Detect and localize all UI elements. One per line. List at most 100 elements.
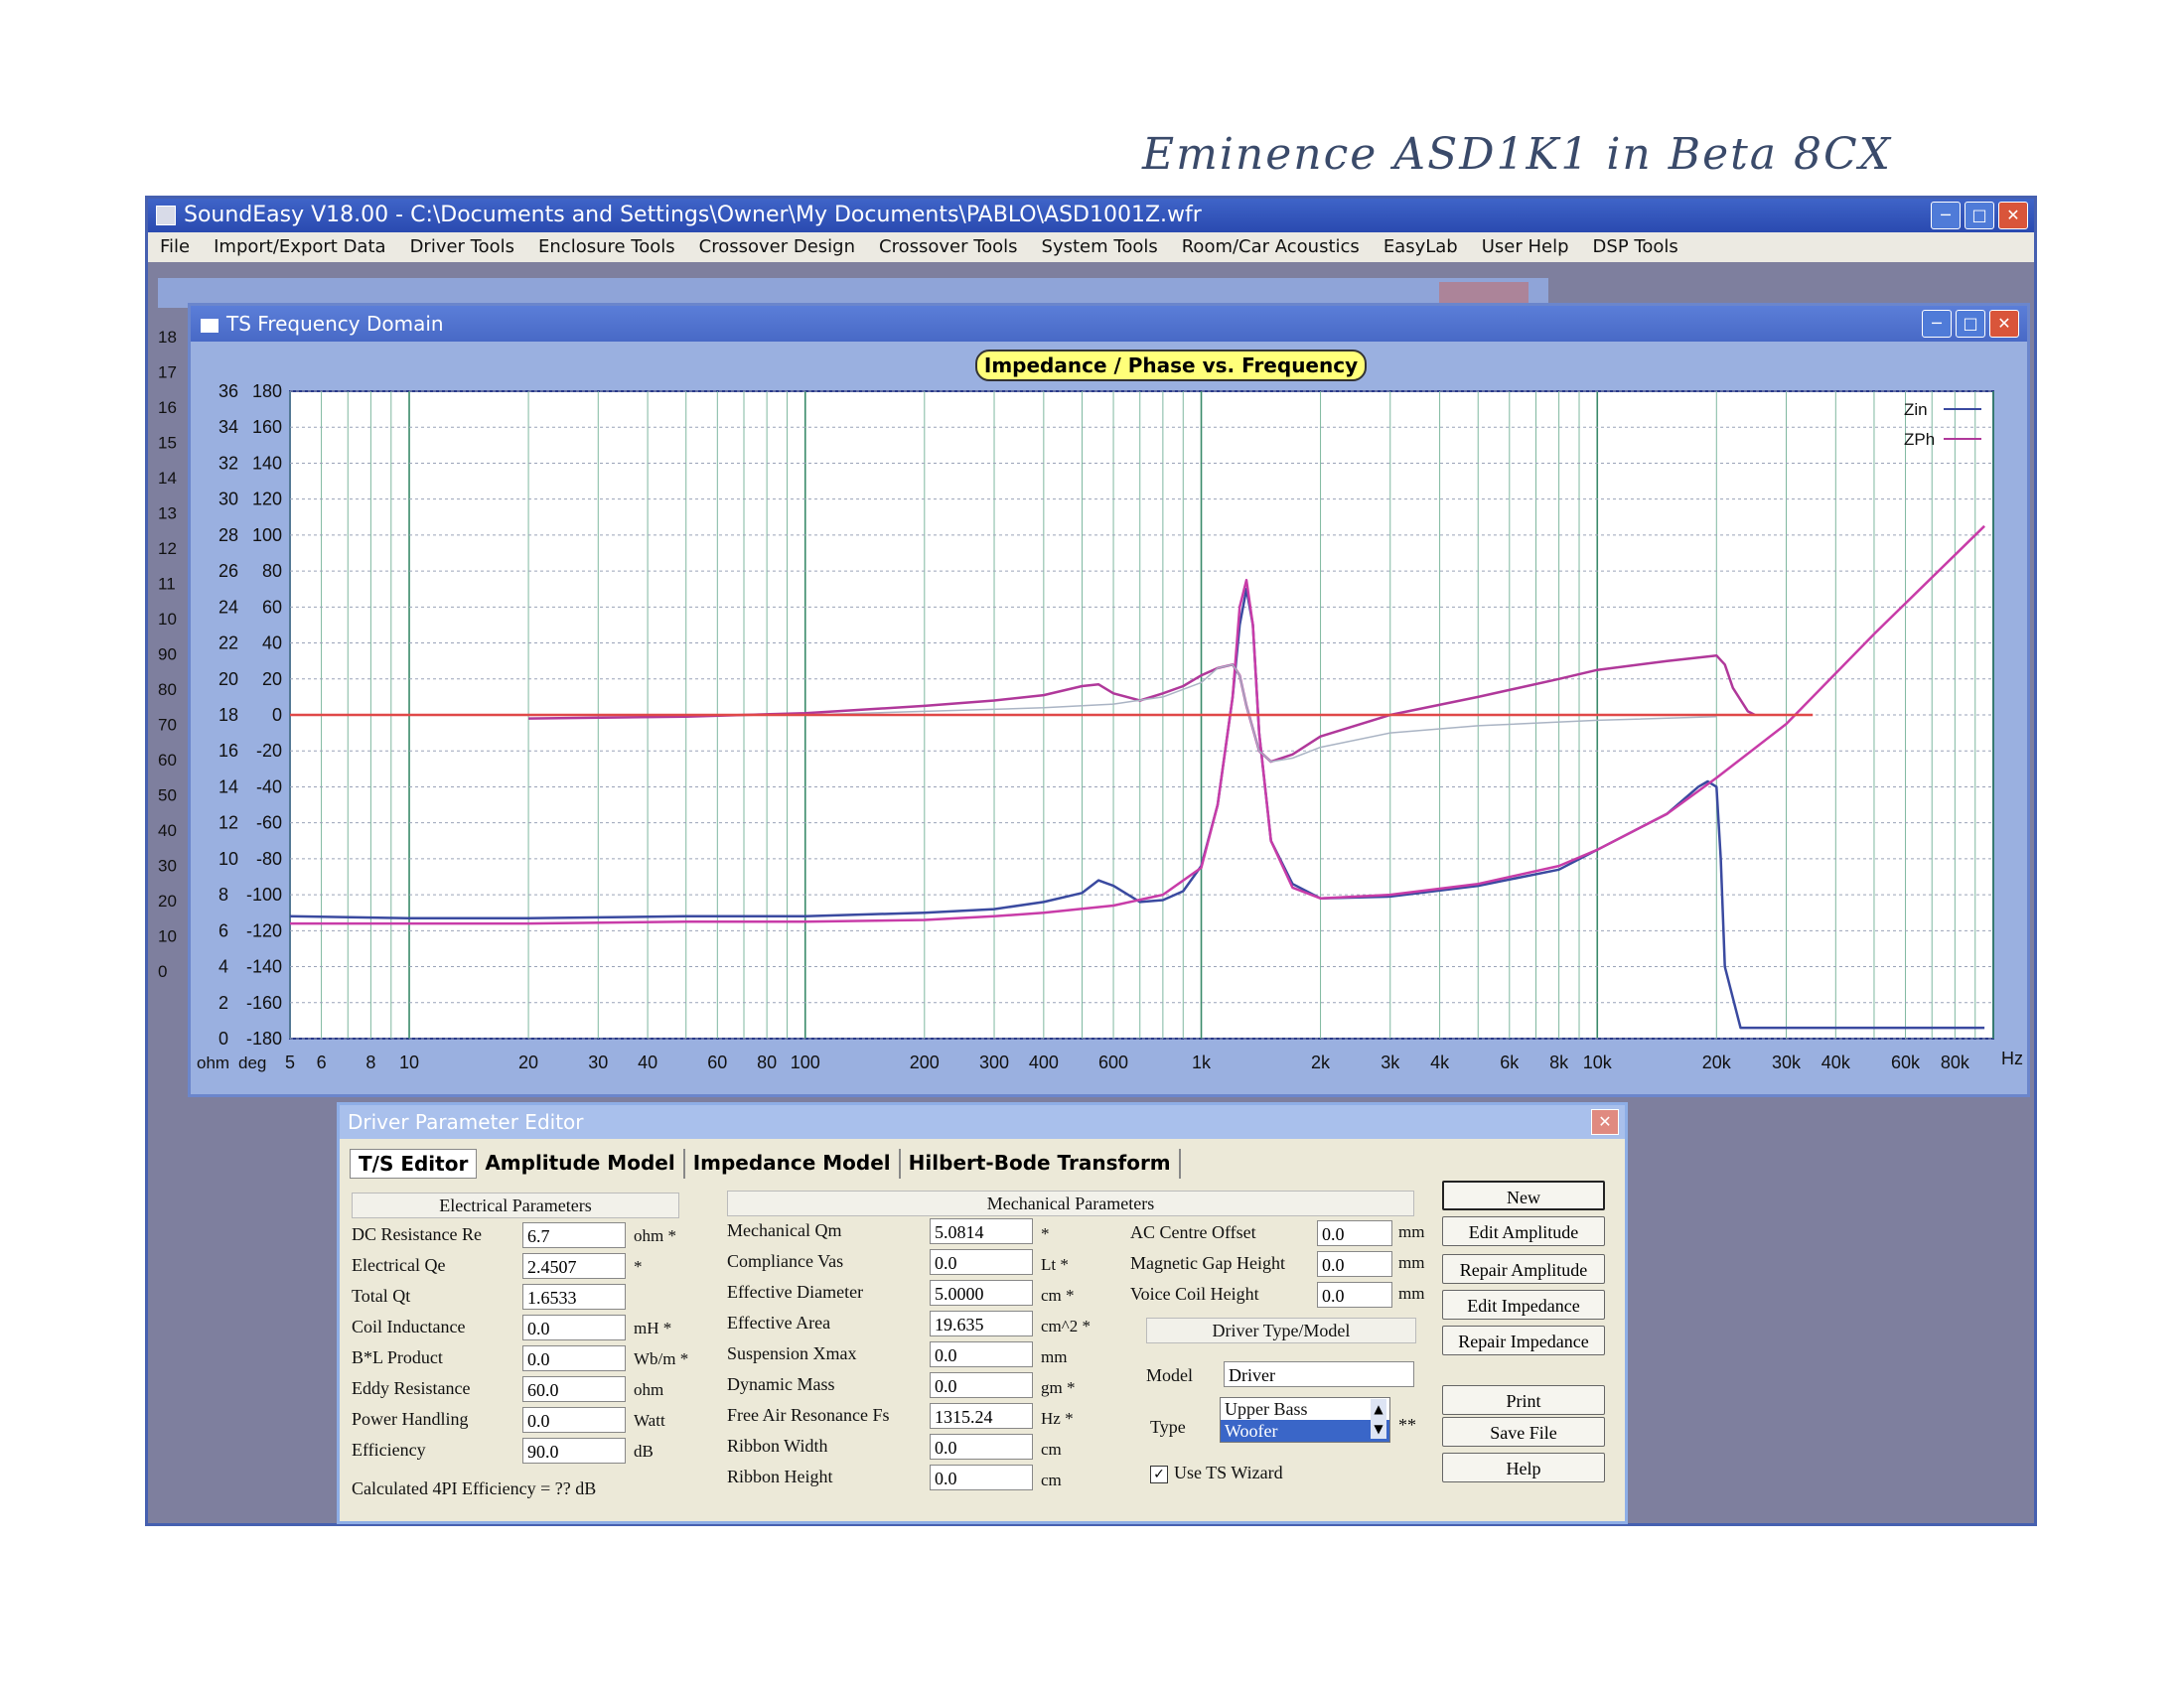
elec-label: Total Qt (352, 1286, 411, 1306)
model-field[interactable]: Driver (1224, 1361, 1414, 1387)
help-button[interactable]: Help (1442, 1453, 1605, 1482)
tab-ts-editor[interactable]: T/S Editor (350, 1149, 478, 1179)
new-button[interactable]: New (1442, 1181, 1605, 1210)
elec-value-field[interactable]: 0.0 (522, 1407, 626, 1433)
background-tick-label: 80 (158, 680, 177, 699)
menu-driver-tools[interactable]: Driver Tools (398, 232, 526, 262)
model-label: Model (1146, 1365, 1193, 1385)
menu-crossover-design[interactable]: Crossover Design (687, 232, 867, 262)
y-tick-label-ohm: 8 (218, 885, 228, 905)
mech-label: Dynamic Mass (727, 1374, 835, 1394)
ts-wizard-checkbox[interactable]: ✓ (1150, 1466, 1168, 1483)
menu-easylab[interactable]: EasyLab (1372, 232, 1470, 262)
x-tick-label: 100 (791, 1053, 820, 1072)
ts-window-titlebar[interactable]: TS Frequency Domain (191, 306, 2027, 342)
app-title: SoundEasy V18.00 - C:\Documents and Sett… (184, 203, 1202, 227)
app-titlebar[interactable]: SoundEasy V18.00 - C:\Documents and Sett… (148, 199, 2034, 232)
x-tick-label: 60k (1891, 1053, 1921, 1072)
type-option-upper-bass[interactable]: Upper Bass (1221, 1398, 1389, 1420)
mech-value-field[interactable]: 5.0814 (930, 1218, 1033, 1244)
x-tick-label: 6k (1500, 1053, 1520, 1072)
elec-value-field[interactable]: 0.0 (522, 1345, 626, 1371)
elec-label: Power Handling (352, 1409, 469, 1429)
print-button[interactable]: Print (1442, 1385, 1605, 1415)
minimize-icon[interactable]: ─ (1922, 310, 1952, 338)
repair-amplitude-button[interactable]: Repair Amplitude (1442, 1254, 1605, 1284)
mech-value-field[interactable]: 5.0000 (930, 1280, 1033, 1306)
x-tick-label: 4k (1430, 1053, 1450, 1072)
background-tick-label: 15 (158, 434, 177, 453)
edit-impedance-button[interactable]: Edit Impedance (1442, 1290, 1605, 1320)
mech-unit: cm (1041, 1471, 1062, 1489)
ac-value-field[interactable]: 0.0 (1317, 1282, 1392, 1308)
menu-import-export[interactable]: Import/Export Data (202, 232, 397, 262)
x-tick-label: 5 (285, 1053, 295, 1072)
elec-value-field[interactable]: 2.4507 (522, 1253, 626, 1279)
x-tick-label: 80 (757, 1053, 777, 1072)
menu-enclosure-tools[interactable]: Enclosure Tools (526, 232, 687, 262)
dpe-titlebar[interactable]: Driver Parameter Editor (340, 1105, 1625, 1139)
x-tick-label: 8k (1549, 1053, 1569, 1072)
menu-crossover-tools[interactable]: Crossover Tools (867, 232, 1030, 262)
tab-impedance-model[interactable]: Impedance Model (685, 1149, 901, 1179)
mech-label: Effective Area (727, 1313, 831, 1333)
elec-value-field[interactable]: 6.7 (522, 1222, 626, 1248)
x-tick-label: 30 (588, 1053, 608, 1072)
mech-value-field[interactable]: 1315.24 (930, 1403, 1033, 1429)
elec-value-field[interactable]: 60.0 (522, 1376, 626, 1402)
menu-file[interactable]: File (148, 232, 202, 262)
elec-value-field[interactable]: 90.0 (522, 1438, 626, 1464)
tab-amplitude-model[interactable]: Amplitude Model (477, 1149, 685, 1179)
edit-amplitude-button[interactable]: Edit Amplitude (1442, 1216, 1605, 1246)
close-icon[interactable]: ✕ (1989, 310, 2019, 338)
impedance-phase-chart[interactable]: 024681012141618202224262830323436-180-16… (191, 342, 2027, 1094)
maximize-icon[interactable]: □ (1965, 202, 1994, 229)
x-tick-label: 3k (1381, 1053, 1400, 1072)
type-scrollbar[interactable]: ▲ ▼ (1371, 1399, 1386, 1439)
chevron-up-icon[interactable]: ▲ (1371, 1399, 1386, 1419)
x-axis-unit: Hz (2001, 1049, 2023, 1068)
x-tick-label: 80k (1941, 1053, 1970, 1072)
menu-room-car[interactable]: Room/Car Acoustics (1170, 232, 1372, 262)
close-icon[interactable]: ✕ (1998, 202, 2028, 229)
y-tick-label-deg: 180 (252, 381, 282, 401)
close-icon[interactable]: ✕ (1591, 1109, 1619, 1135)
ac-value-field[interactable]: 0.0 (1317, 1251, 1392, 1277)
tab-hilbert-bode[interactable]: Hilbert-Bode Transform (901, 1149, 1181, 1179)
elec-value-field[interactable]: 1.6533 (522, 1284, 626, 1310)
mech-value-field[interactable]: 0.0 (930, 1341, 1033, 1367)
type-listbox[interactable]: Upper Bass Woofer (1220, 1397, 1390, 1443)
menu-dsp-tools[interactable]: DSP Tools (1581, 232, 1690, 262)
mech-value-field[interactable]: 0.0 (930, 1465, 1033, 1490)
y-tick-label-deg: -100 (246, 885, 282, 905)
background-tick-label: 60 (158, 751, 177, 770)
minimize-icon[interactable]: ─ (1931, 202, 1961, 229)
x-tick-label: 200 (910, 1053, 940, 1072)
y-tick-label-deg: 140 (252, 453, 282, 473)
elec-label: Electrical Qe (352, 1255, 446, 1275)
background-axis-svg: 18 17 16 15 14 13 12 11 10 90 80 70 60 50 40 30 20 10 0 oh (158, 328, 177, 1017)
mech-value-field[interactable]: 0.0 (930, 1249, 1033, 1275)
chevron-down-icon[interactable]: ▼ (1371, 1419, 1386, 1439)
background-tick-label: 90 (158, 645, 177, 664)
type-option-woofer[interactable]: Woofer (1221, 1420, 1389, 1442)
ac-value-field[interactable]: 0.0 (1317, 1220, 1392, 1246)
mech-value-field[interactable]: 19.635 (930, 1311, 1033, 1336)
mech-value-field[interactable]: 0.0 (930, 1372, 1033, 1398)
background-tick-label: 50 (158, 786, 177, 805)
y-tick-label-deg: 160 (252, 417, 282, 437)
x-tick-label: 40 (638, 1053, 657, 1072)
elec-label: Efficiency (352, 1440, 426, 1460)
ts-window-title: TS Frequency Domain (226, 312, 444, 336)
y-tick-label-deg: -20 (256, 741, 282, 761)
menu-user-help[interactable]: User Help (1470, 232, 1581, 262)
repair-impedance-button[interactable]: Repair Impedance (1442, 1326, 1605, 1355)
y-tick-label-ohm: 28 (218, 525, 238, 545)
save-file-button[interactable]: Save File (1442, 1417, 1605, 1447)
menu-system-tools[interactable]: System Tools (1030, 232, 1170, 262)
elec-value-field[interactable]: 0.0 (522, 1315, 626, 1340)
mech-value-field[interactable]: 0.0 (930, 1434, 1033, 1460)
maximize-icon[interactable]: □ (1956, 310, 1985, 338)
elec-label: DC Resistance Re (352, 1224, 482, 1244)
handwritten-note: Eminence ASD1K1 in Beta 8CX (1142, 129, 1892, 180)
